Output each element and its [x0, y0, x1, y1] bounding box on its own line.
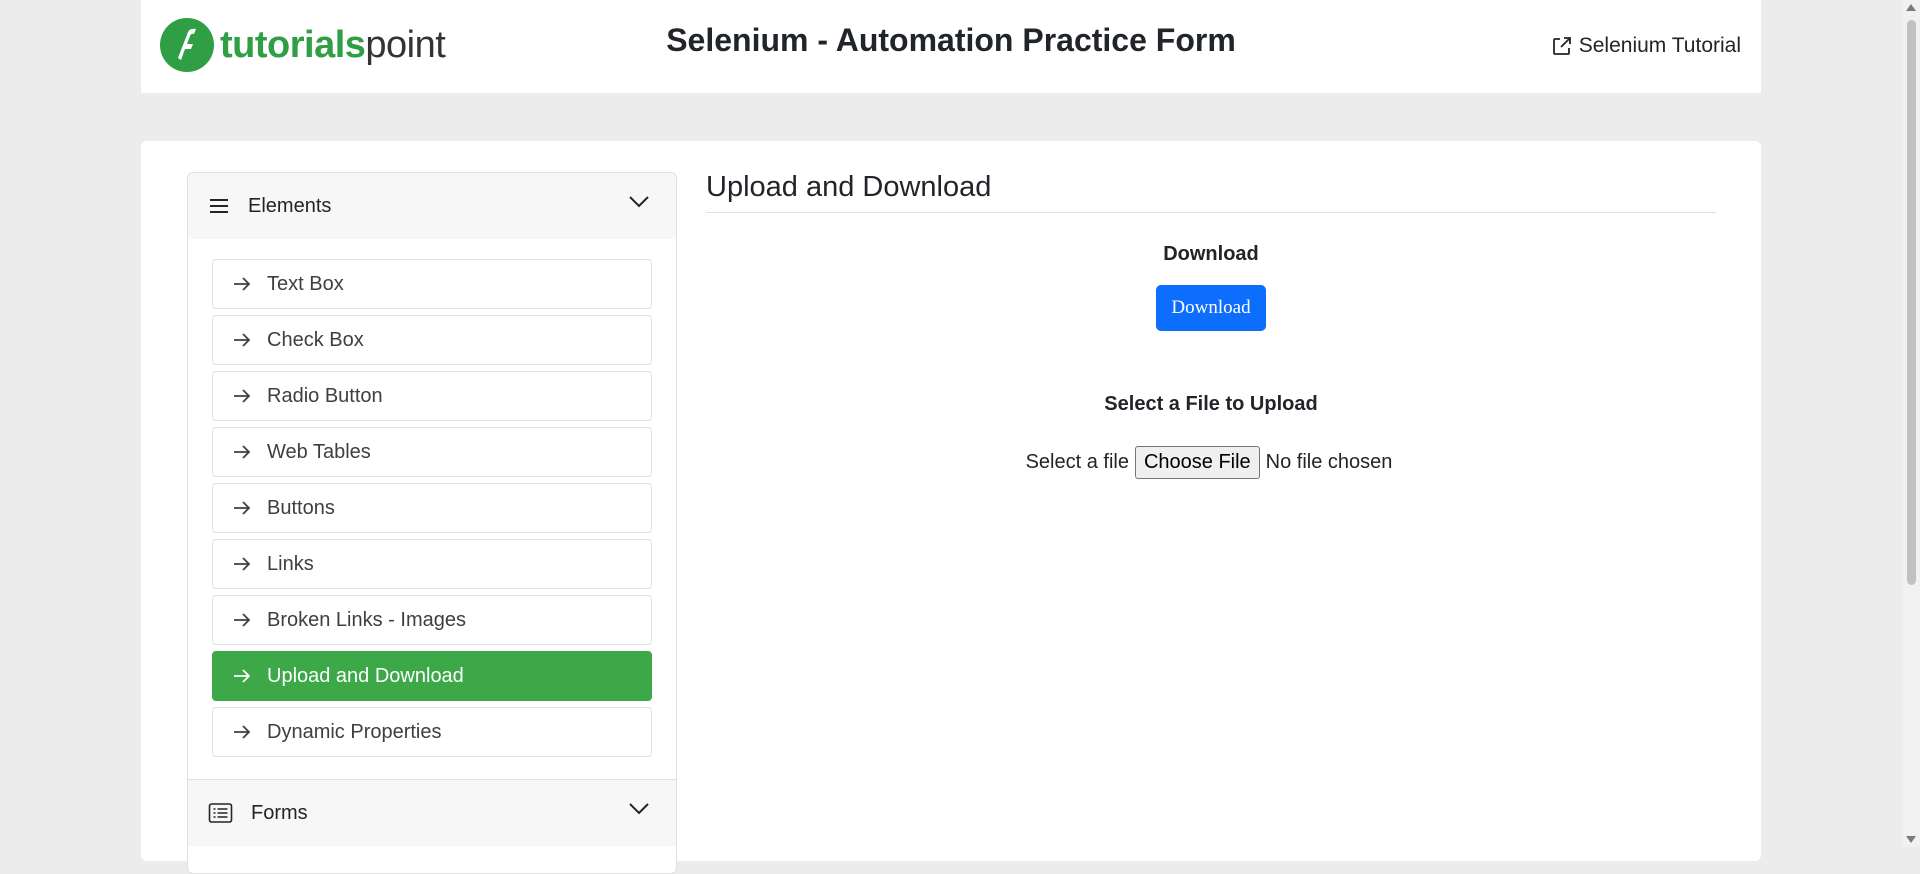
- scroll-down-arrow[interactable]: [1906, 836, 1916, 843]
- sidebar-item-upload-and-download[interactable]: Upload and Download: [212, 651, 652, 701]
- accordion-elements-header[interactable]: Elements: [188, 173, 676, 239]
- sidebar-item-label: Broken Links - Images: [267, 608, 466, 631]
- sidebar-item-label: Radio Button: [267, 384, 383, 407]
- sidebar-item-label: Dynamic Properties: [267, 720, 442, 743]
- sidebar-item-check-box[interactable]: Check Box: [212, 315, 652, 365]
- sidebar-item-label: Web Tables: [267, 440, 371, 463]
- sidebar-item-label: Text Box: [267, 272, 344, 295]
- sidebar-item-radio-button[interactable]: Radio Button: [212, 371, 652, 421]
- download-button[interactable]: Download: [1156, 285, 1266, 331]
- sidebar-item-label: Check Box: [267, 328, 364, 351]
- sidebar-item-links[interactable]: Links: [212, 539, 652, 589]
- file-input-label: Select a file: [1025, 451, 1129, 473]
- arrow-right-icon: [234, 389, 251, 403]
- main-content: Upload and Download Download Download Se…: [706, 171, 1716, 479]
- forms-header-label: Forms: [251, 801, 308, 824]
- sidebar-item-web-tables[interactable]: Web Tables: [212, 427, 652, 477]
- arrow-right-icon: [234, 613, 251, 627]
- upload-label: Select a File to Upload: [1104, 393, 1318, 415]
- vertical-scrollbar[interactable]: [1903, 0, 1920, 847]
- elements-list: Text Box Check Box Radio Button Web Tabl…: [188, 239, 676, 780]
- main-card: Elements Text Box Check Box Radio Button…: [141, 141, 1761, 874]
- chevron-down-icon: [629, 196, 649, 208]
- sidebar-item-broken-links-images[interactable]: Broken Links - Images: [212, 595, 652, 645]
- accordion-forms-header[interactable]: Forms: [188, 780, 676, 846]
- arrow-right-icon: [234, 725, 251, 739]
- arrow-right-icon: [234, 333, 251, 347]
- sidebar-item-text-box[interactable]: Text Box: [212, 259, 652, 309]
- selenium-tutorial-link[interactable]: Selenium Tutorial: [1551, 34, 1741, 58]
- page-title: Selenium - Automation Practice Form: [666, 22, 1236, 58]
- sidebar-item-label: Buttons: [267, 496, 335, 519]
- arrow-right-icon: [234, 445, 251, 459]
- list-form-icon: [208, 803, 233, 823]
- arrow-right-icon: [234, 277, 251, 291]
- sidebar-item-dynamic-properties[interactable]: Dynamic Properties: [212, 707, 652, 757]
- chevron-down-icon: [629, 803, 649, 815]
- sidebar-accordion: Elements Text Box Check Box Radio Button…: [187, 172, 677, 874]
- elements-header-label: Elements: [248, 194, 332, 217]
- section-heading: Upload and Download: [706, 171, 1716, 213]
- external-link-icon: [1552, 37, 1571, 55]
- download-label: Download: [1163, 243, 1259, 265]
- file-upload-row: Select a file Choose File No file chosen: [706, 446, 1716, 479]
- scroll-thumb[interactable]: [1907, 20, 1916, 585]
- choose-file-button[interactable]: Choose File: [1134, 446, 1260, 479]
- sidebar-item-buttons[interactable]: Buttons: [212, 483, 652, 533]
- hamburger-icon: [210, 199, 228, 213]
- sidebar-item-label: Upload and Download: [267, 664, 464, 687]
- arrow-right-icon: [234, 557, 251, 571]
- arrow-right-icon: [234, 501, 251, 515]
- scroll-up-arrow[interactable]: [1906, 4, 1916, 11]
- top-header: tutorialspoint Selenium - Automation Pra…: [141, 0, 1761, 93]
- arrow-right-icon: [234, 669, 251, 683]
- tutorial-link-label: Selenium Tutorial: [1578, 34, 1741, 57]
- file-status-text: No file chosen: [1265, 451, 1393, 473]
- sidebar-item-label: Links: [267, 552, 314, 575]
